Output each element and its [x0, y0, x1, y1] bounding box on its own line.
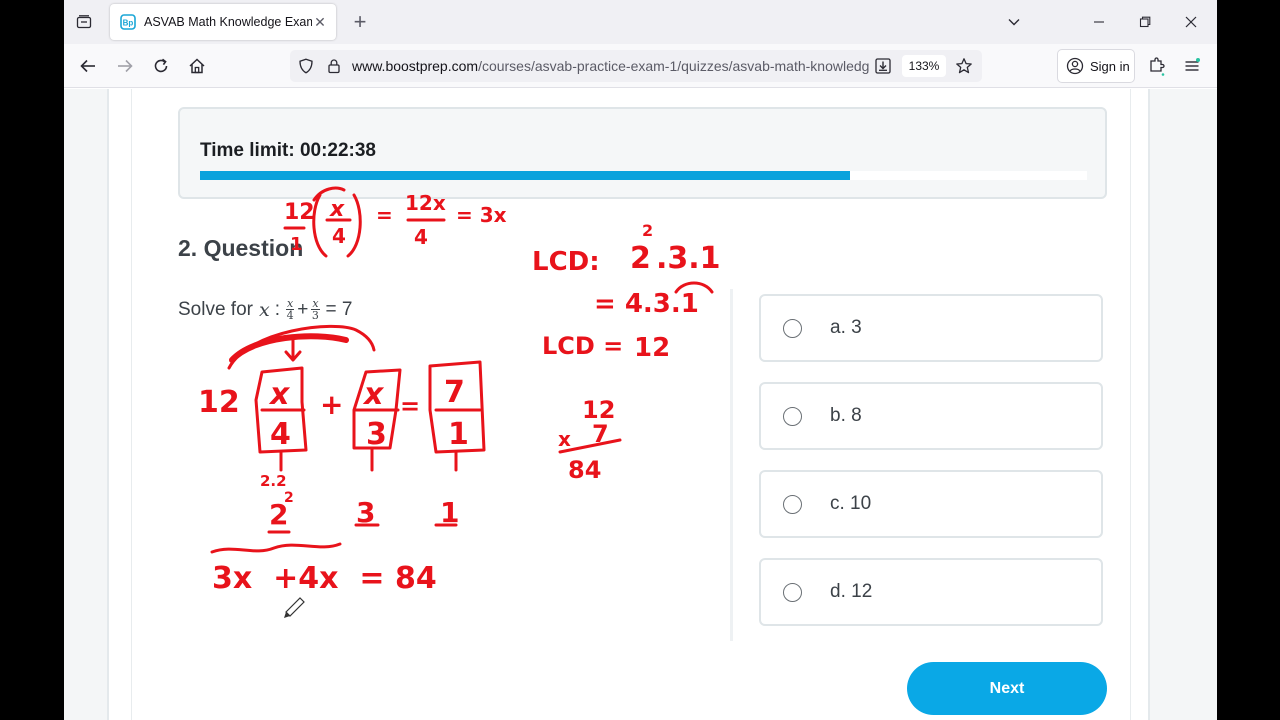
quiz-container: Time limit: 00:22:38 2. Question Solve f…: [131, 89, 1131, 720]
navigation-toolbar: www.boostprep.com/courses/asvab-practice…: [64, 44, 1217, 88]
question-title: 2. Question: [178, 235, 304, 261]
tab-bar: Bp ASVAB Math Knowledge Exam ✕ +: [64, 0, 1217, 44]
radio-button[interactable]: [783, 406, 802, 426]
answer-option-c[interactable]: c. 10: [759, 470, 1103, 538]
radio-button[interactable]: [783, 582, 802, 602]
answer-label: c. 10: [830, 493, 872, 514]
math-colon: :: [274, 298, 280, 320]
time-progress-fill: [200, 171, 851, 180]
timer-panel: Time limit: 00:22:38: [178, 107, 1107, 199]
boostprep-favicon-icon: Bp: [120, 14, 136, 30]
url-path: /courses/asvab-practice-exam-1/quizzes/a…: [478, 58, 870, 74]
next-button[interactable]: Next: [907, 662, 1107, 715]
back-arrow-icon[interactable]: [74, 52, 102, 80]
extensions-icon[interactable]: [1143, 52, 1171, 80]
url-host: www.boostprep.com: [352, 58, 479, 74]
fraction-denominator: 3: [311, 309, 319, 322]
account-icon: [1066, 57, 1084, 75]
answer-label: b. 8: [830, 405, 862, 426]
answer-option-b[interactable]: b. 8: [759, 382, 1103, 450]
answer-option-d[interactable]: d. 12: [759, 558, 1103, 626]
tab-list-icon[interactable]: [70, 8, 98, 36]
sign-in-button[interactable]: Sign in: [1057, 49, 1135, 83]
math-equals-seven: = 7: [325, 298, 353, 320]
reload-icon[interactable]: [147, 52, 175, 80]
math-variable: x: [258, 298, 270, 321]
url-text[interactable]: www.boostprep.com/courses/asvab-practice…: [352, 58, 870, 74]
fraction-x-over-3: x3: [311, 298, 320, 322]
home-icon[interactable]: [183, 52, 211, 80]
quiz-card: Time limit: 00:22:38 2. Question Solve f…: [107, 89, 1150, 720]
answer-option-a[interactable]: a. 3: [759, 294, 1103, 362]
close-window-icon[interactable]: [1176, 8, 1206, 36]
sign-in-label: Sign in: [1090, 58, 1130, 74]
fraction-denominator: 4: [286, 309, 294, 322]
forward-arrow-icon[interactable]: [111, 52, 139, 80]
tab-title: ASVAB Math Knowledge Exam: [144, 15, 312, 29]
chevron-down-icon[interactable]: [1000, 8, 1028, 36]
tab-close-icon[interactable]: ✕: [312, 14, 328, 30]
minimize-icon[interactable]: [1084, 8, 1114, 36]
answer-label: a. 3: [830, 317, 862, 338]
time-progress-track: [200, 171, 1087, 180]
browser-tab[interactable]: Bp ASVAB Math Knowledge Exam ✕: [110, 4, 336, 40]
time-limit-label: Time limit: 00:22:38: [200, 140, 377, 161]
restore-icon[interactable]: [1130, 8, 1160, 36]
address-bar[interactable]: www.boostprep.com/courses/asvab-practice…: [290, 50, 982, 82]
column-divider: [730, 289, 733, 641]
radio-button[interactable]: [783, 318, 802, 338]
radio-button[interactable]: [783, 494, 802, 514]
new-tab-icon[interactable]: +: [346, 8, 374, 36]
download-page-icon[interactable]: [873, 56, 893, 76]
math-plus: +: [297, 298, 309, 320]
lock-icon[interactable]: [324, 56, 344, 76]
svg-text:Bp: Bp: [123, 19, 134, 28]
shield-icon[interactable]: [296, 56, 316, 76]
question-text: Solve for x : x4 + x3 = 7: [178, 298, 352, 321]
answer-label: d. 12: [830, 581, 873, 602]
hamburger-menu-icon[interactable]: [1178, 52, 1206, 80]
question-prefix: Solve for: [178, 298, 253, 320]
page-content: Time limit: 00:22:38 2. Question Solve f…: [64, 89, 1217, 720]
zoom-level-badge[interactable]: 133%: [902, 55, 946, 77]
bookmark-star-icon[interactable]: [954, 56, 974, 76]
fraction-x-over-4: x4: [285, 298, 295, 322]
browser-window: Bp ASVAB Math Knowledge Exam ✕ + www.boo…: [64, 0, 1217, 720]
